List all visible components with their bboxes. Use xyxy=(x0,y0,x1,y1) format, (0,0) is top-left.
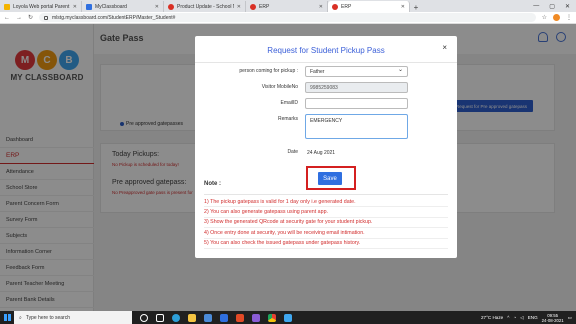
network-icon[interactable]: ◔ xyxy=(513,315,516,320)
task-view-icon[interactable] xyxy=(156,313,164,322)
divider xyxy=(204,194,448,195)
remarks-textarea[interactable]: EMERGENCY xyxy=(305,114,408,139)
save-highlight: Save xyxy=(306,166,356,190)
browser-tab[interactable]: ERP ✕ xyxy=(246,1,328,12)
mobile-field[interactable]: 9985259083 xyxy=(305,82,408,93)
minimize-icon[interactable]: — xyxy=(533,3,539,9)
mail-icon[interactable] xyxy=(220,313,228,322)
clock[interactable]: 09:55 24-08-2021 xyxy=(542,313,564,323)
browser-tab[interactable]: Loyola Web portal Parent Guide✕ xyxy=(0,1,82,12)
modal-title: Request for Student Pickup Pass xyxy=(267,46,385,55)
notes-list: 1) The pickup gatepass is valid for 1 da… xyxy=(204,197,448,249)
app-icon[interactable] xyxy=(284,313,292,322)
app-icon[interactable] xyxy=(252,313,260,322)
address-bar: ← → ↻ mlstg.myclassboard.com/StudentERP/… xyxy=(0,12,576,24)
lock-icon xyxy=(44,15,49,20)
tab-label: Product Update - School Manage xyxy=(177,3,234,10)
chrome-icon[interactable] xyxy=(268,313,276,322)
person-row: person coming for pickup : Father xyxy=(195,66,457,78)
note-item: 2) You can also generate gatepass using … xyxy=(204,207,448,218)
edge-icon[interactable] xyxy=(172,313,180,322)
tab-favicon xyxy=(86,3,92,10)
close-icon[interactable]: ✕ xyxy=(401,4,405,10)
close-icon[interactable]: × xyxy=(442,43,447,52)
tray-arrow-icon[interactable]: ^ xyxy=(507,315,509,320)
tab-label: ERP xyxy=(341,3,352,10)
date-value: 24 Aug 2021 xyxy=(307,149,336,156)
cortana-icon[interactable] xyxy=(140,313,148,322)
menu-icon[interactable]: ⋮ xyxy=(566,14,572,21)
page-content: M C B MY CLASSBOARD Dashboard ERP Attend… xyxy=(0,24,576,311)
mobile-label: Visitor MobileNo xyxy=(261,84,298,90)
new-tab-button[interactable]: + xyxy=(410,3,422,12)
reload-icon[interactable]: ↻ xyxy=(28,14,33,21)
browser-tab-bar: Loyola Web portal Parent Guide✕ MyClassb… xyxy=(0,0,576,12)
note-title: Note : xyxy=(204,181,221,187)
volume-icon[interactable]: ◁ xyxy=(520,315,524,321)
system-tray: 27°C Haze ^ ◔ ◁ ENG 09:55 24-08-2021 ▭ xyxy=(481,311,572,324)
tab-label: ERP xyxy=(259,3,270,10)
email-field[interactable] xyxy=(305,98,408,109)
remarks-row: Remarks EMERGENCY xyxy=(195,114,457,139)
save-button[interactable]: Save xyxy=(318,172,342,185)
windows-icon xyxy=(3,314,11,321)
person-label: person coming for pickup : xyxy=(239,68,298,74)
person-select[interactable]: Father xyxy=(305,66,408,77)
taskbar-apps xyxy=(140,313,292,322)
tab-label: Loyola Web portal Parent Guide xyxy=(13,3,70,10)
date-row: Date 24 Aug 2021 xyxy=(195,147,457,159)
note-item: 3) Show the generated QRcode at security… xyxy=(204,218,448,229)
remarks-label: Remarks xyxy=(277,116,298,122)
notification-icon[interactable]: ▭ xyxy=(568,315,572,321)
date-label: Date xyxy=(287,149,298,155)
note-item: 4) Once entry done at security, you will… xyxy=(204,228,448,239)
tab-label: MyClassboard xyxy=(95,3,127,10)
start-button[interactable] xyxy=(0,311,14,324)
close-icon[interactable]: ✕ xyxy=(565,3,570,10)
note-item: 5) You can also check the issued gatepas… xyxy=(204,239,448,249)
clock-date: 24-08-2021 xyxy=(541,317,564,323)
divider xyxy=(195,62,457,63)
url-field[interactable]: mlstg.myclassboard.com/StudentERP/Master… xyxy=(39,13,536,22)
email-row: EmailID xyxy=(195,98,457,110)
mobile-row: Visitor MobileNo 9985259083 xyxy=(195,82,457,94)
taskbar: ⌕ Type here to search 27°C Haze ^ ◔ ◁ EN… xyxy=(0,311,576,324)
tab-favicon xyxy=(168,3,174,10)
close-icon[interactable]: ✕ xyxy=(155,4,159,10)
url-text: mlstg.myclassboard.com/StudentERP/Master… xyxy=(52,14,176,21)
forward-icon[interactable]: → xyxy=(16,15,22,21)
store-icon[interactable] xyxy=(204,313,212,322)
extension-icon[interactable] xyxy=(553,14,560,21)
browser-tab-active[interactable]: ERP ✕ xyxy=(328,1,410,12)
tab-favicon xyxy=(332,3,338,10)
star-icon[interactable]: ☆ xyxy=(542,14,547,21)
back-icon[interactable]: ← xyxy=(4,15,10,21)
search-placeholder: Type here to search xyxy=(25,314,71,321)
taskbar-search[interactable]: ⌕ Type here to search xyxy=(14,311,132,324)
window-controls: — ▢ ✕ xyxy=(533,0,576,12)
language-text[interactable]: ENG xyxy=(528,315,538,320)
close-icon[interactable]: ✕ xyxy=(237,4,241,10)
office-icon[interactable] xyxy=(236,313,244,322)
close-icon[interactable]: ✕ xyxy=(319,4,323,10)
search-icon: ⌕ xyxy=(19,314,22,321)
weather-text[interactable]: 27°C Haze xyxy=(481,315,503,320)
browser-tab[interactable]: MyClassboard ✕ xyxy=(82,1,164,12)
maximize-icon[interactable]: ▢ xyxy=(549,3,555,10)
close-icon[interactable]: ✕ xyxy=(73,4,77,10)
pickup-pass-modal: Request for Student Pickup Pass × person… xyxy=(195,36,457,258)
tab-favicon xyxy=(250,3,256,10)
browser-tab[interactable]: Product Update - School Manage✕ xyxy=(164,1,246,12)
tab-favicon xyxy=(4,3,10,10)
folder-icon[interactable] xyxy=(188,313,196,322)
note-item: 1) The pickup gatepass is valid for 1 da… xyxy=(204,197,448,208)
email-label: EmailID xyxy=(280,100,298,106)
